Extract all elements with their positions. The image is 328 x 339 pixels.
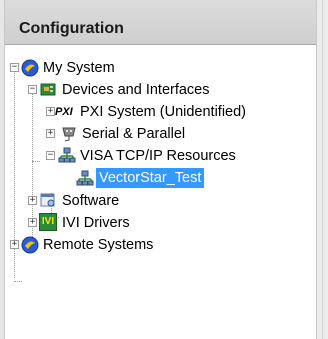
tree-item-label: Serial & Parallel (82, 126, 186, 142)
serial-port-icon (60, 124, 78, 142)
ni-logo-icon (21, 236, 39, 254)
tree-item-vectorstar-test[interactable]: VectorStar_Test (5, 167, 316, 189)
right-frame-edge[interactable] (316, 0, 328, 339)
expand-toggle[interactable]: + (46, 107, 55, 116)
panel-title: Configuration (19, 20, 124, 37)
expand-toggle[interactable]: + (46, 129, 55, 138)
tree-item-serial-parallel[interactable]: + Serial & Parallel (5, 123, 316, 145)
device-board-icon (39, 80, 57, 98)
configuration-tree: − My System − Devices and Interfaces + P… (5, 45, 316, 339)
collapse-toggle[interactable]: − (46, 151, 55, 160)
ivi-icon: IVI (39, 213, 57, 231)
tree-item-my-system[interactable]: − My System (5, 57, 316, 79)
expand-toggle[interactable]: + (28, 218, 37, 227)
tree-item-label: IVI Drivers (62, 215, 130, 231)
tree-item-devices-and-interfaces[interactable]: − Devices and Interfaces (5, 79, 316, 101)
tree-item-label: Software (62, 193, 120, 209)
tree-item-label: VISA TCP/IP Resources (80, 148, 236, 164)
collapse-toggle[interactable]: − (28, 85, 37, 94)
network-icon (58, 146, 76, 164)
tree-item-label: PXI System (Unidentified) (80, 104, 247, 120)
tree-connector-line (14, 281, 22, 283)
collapse-toggle[interactable]: − (10, 63, 19, 72)
tree-item-software[interactable]: + Software (5, 190, 316, 212)
tree-item-pxi-system[interactable]: + PXI PXI System (Unidentified) (5, 101, 316, 123)
tree-item-label: Devices and Interfaces (62, 82, 210, 98)
software-icon (39, 191, 57, 209)
tree-item-label-selected: VectorStar_Test (96, 168, 205, 188)
pxi-icon: PXI (55, 106, 73, 118)
expand-toggle[interactable]: + (28, 196, 37, 205)
tree-item-ivi-drivers[interactable]: + IVI IVI Drivers (5, 212, 316, 234)
tree-item-label: My System (43, 60, 115, 76)
tree-item-label: Remote Systems (43, 237, 154, 253)
panel-header: Configuration (5, 0, 316, 45)
tree-item-visa-tcpip-resources[interactable]: − VISA TCP/IP Resources (5, 145, 316, 167)
ni-logo-icon (21, 59, 39, 77)
network-icon (76, 169, 94, 187)
tree-item-remote-systems[interactable]: + Remote Systems (5, 234, 316, 256)
expand-toggle[interactable]: + (10, 240, 19, 249)
